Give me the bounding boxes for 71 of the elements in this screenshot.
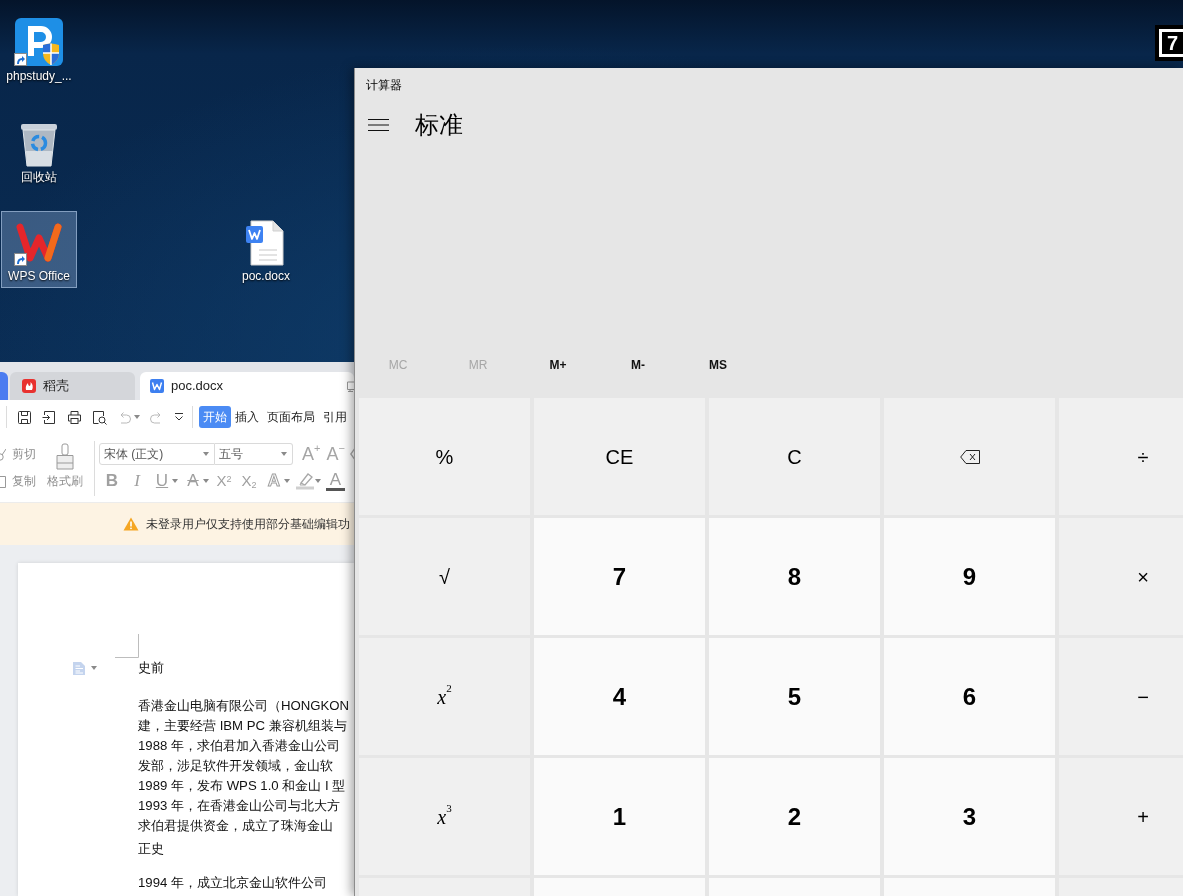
digit-button[interactable]: 3 bbox=[884, 758, 1055, 875]
digit-button[interactable]: 1 bbox=[534, 758, 705, 875]
font-size-select[interactable]: 五号 bbox=[215, 443, 293, 465]
warning-icon bbox=[123, 517, 139, 531]
function-button[interactable]: √ bbox=[359, 518, 530, 635]
caret-icon[interactable] bbox=[203, 452, 209, 456]
monitor-icon[interactable] bbox=[346, 380, 354, 392]
text-line: 1989 年，发布 WPS 1.0 和金山 I 型 bbox=[138, 777, 347, 795]
caret-icon[interactable] bbox=[134, 415, 140, 419]
desktop-shortcut[interactable]: WPS Office bbox=[1, 211, 77, 288]
section-heading: 史前 bbox=[138, 659, 164, 677]
digit-button[interactable]: 4 bbox=[534, 638, 705, 755]
memory-button[interactable]: M+ bbox=[518, 348, 598, 382]
export-icon[interactable] bbox=[42, 409, 57, 425]
document-file-icon bbox=[246, 220, 286, 266]
save-icon[interactable] bbox=[17, 409, 32, 425]
notice-text: 未登录用户仅支持使用部分基础编辑功 bbox=[146, 516, 350, 533]
function-button[interactable]: + bbox=[1059, 758, 1183, 875]
digit-button[interactable]: 7 bbox=[534, 518, 705, 635]
memory-button[interactable]: MS bbox=[678, 348, 758, 382]
document-tab[interactable]: 稻壳 bbox=[10, 372, 135, 400]
recycle-bin-icon bbox=[19, 121, 59, 167]
ribbon-tab[interactable]: 页面布局 bbox=[263, 406, 319, 428]
function-button[interactable]: % bbox=[359, 398, 530, 515]
text-line: 1988 年，求伯君加入香港金山公司 bbox=[138, 737, 341, 755]
copy-icon bbox=[0, 474, 6, 488]
text-line: 发部，涉足软件开发领域，金山软 bbox=[138, 757, 334, 775]
function-button[interactable]: − bbox=[1059, 638, 1183, 755]
desktop-shortcut[interactable]: 回收站 bbox=[1, 112, 77, 189]
print-icon[interactable] bbox=[67, 409, 82, 425]
desktop-shortcut[interactable]: poc.docx bbox=[228, 211, 304, 288]
function-button[interactable]: C bbox=[709, 398, 880, 515]
brush-icon bbox=[55, 443, 75, 470]
font-name-select[interactable]: 宋体 (正文) bbox=[99, 443, 215, 465]
section-heading: 正史 bbox=[138, 840, 164, 858]
print-preview-icon[interactable] bbox=[92, 409, 107, 425]
text-line: 建，主要经营 IBM PC 兼容机组装与 bbox=[138, 717, 348, 735]
ribbon-tab[interactable]: 引用 bbox=[319, 406, 351, 428]
document-tab[interactable]: poc.docx bbox=[140, 372, 354, 400]
ribbon-tab[interactable]: 插入 bbox=[231, 406, 263, 428]
caret-icon[interactable] bbox=[91, 666, 97, 670]
app-logo-icon bbox=[22, 379, 36, 393]
digit-button[interactable]: 2 bbox=[709, 758, 880, 875]
partial-tab[interactable] bbox=[0, 372, 8, 400]
text-line: 香港金山电脑有限公司（HONGKON bbox=[138, 697, 351, 715]
window-title: 计算器 bbox=[366, 77, 402, 94]
text-line: 求伯君提供资金，成立了珠海金山 bbox=[138, 817, 334, 835]
scissors-icon bbox=[0, 447, 6, 461]
mode-title: 标准 bbox=[415, 110, 463, 140]
text-line: 1993 年，在香港金山公司与北大方 bbox=[138, 797, 341, 815]
menu-icon[interactable] bbox=[368, 119, 389, 131]
chevron-icon[interactable] bbox=[174, 412, 184, 422]
function-button[interactable]: ÷ bbox=[1059, 398, 1183, 515]
highlighter-icon bbox=[295, 472, 315, 490]
caret-icon[interactable] bbox=[281, 452, 287, 456]
digit-button[interactable]: 6 bbox=[884, 638, 1055, 755]
memory-button[interactable]: M- bbox=[598, 348, 678, 382]
corner-mark-icon bbox=[115, 634, 139, 658]
app-logo-icon bbox=[15, 18, 63, 66]
app-glyph[interactable]: 7 bbox=[1155, 25, 1183, 61]
text-line: 1994 年，成立北京金山软件公司 bbox=[138, 874, 328, 892]
backspace-icon bbox=[959, 449, 980, 464]
digit-button[interactable]: 8 bbox=[709, 518, 880, 635]
document-icon bbox=[150, 379, 164, 393]
digit-button[interactable]: 5 bbox=[709, 638, 880, 755]
function-button[interactable]: x$^{2}$ bbox=[359, 638, 530, 755]
function-button[interactable]: x$^{3}$ bbox=[359, 758, 530, 875]
digit-button[interactable]: 9 bbox=[884, 518, 1055, 635]
desktop-shortcut[interactable]: phpstudy_... bbox=[1, 11, 77, 88]
function-button[interactable]: × bbox=[1059, 518, 1183, 635]
function-button[interactable]: CE bbox=[534, 398, 705, 515]
